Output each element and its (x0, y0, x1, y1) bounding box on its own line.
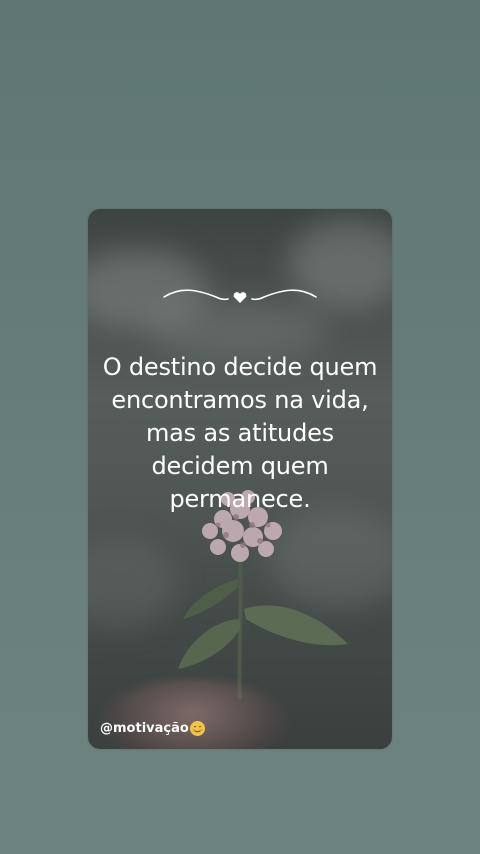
quote-line: permanece. (169, 485, 311, 513)
quote-card: O destino decide quem encontramos na vid… (88, 209, 392, 749)
quote-text: O destino decide quem encontramos na vid… (88, 351, 392, 516)
quote-line: O destino decide quem (102, 353, 378, 381)
author-handle-label: @motivação (100, 721, 189, 736)
smiling-face-emoji-icon (189, 721, 205, 736)
author-handle: @motivação (100, 721, 205, 736)
quote-line: decidem quem (151, 452, 329, 480)
quote-line: mas as atitudes (146, 419, 334, 447)
heart-swirl-divider-icon (163, 289, 317, 303)
screen: { "quote": { "lines": [ "O destino decid… (0, 0, 480, 854)
quote-line: encontramos na vida, (111, 386, 369, 414)
